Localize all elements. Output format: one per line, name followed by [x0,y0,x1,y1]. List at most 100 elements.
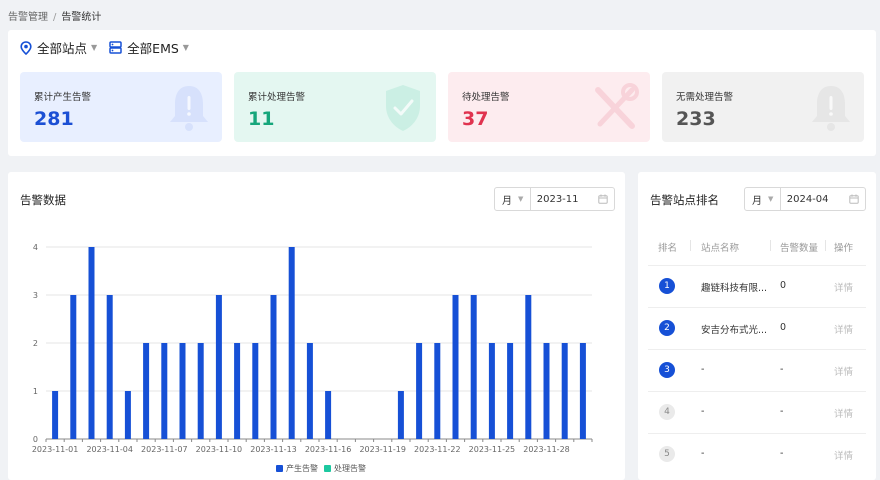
site-name: 安吉分布式光... [701,325,768,336]
table-row: 5 - - 详情 [648,433,866,475]
table-row: 3 - - 详情 [648,349,866,391]
x-tick-label: 2023-11-01 [32,445,79,454]
calendar-icon [849,194,859,204]
card-value: 281 [34,108,74,130]
legend-swatch [276,465,283,472]
bar [561,343,568,439]
site-filter-dropdown[interactable]: 全部站点 ▼ [20,38,97,57]
bar [197,343,204,439]
bar [579,343,586,439]
y-tick-label: 2 [33,339,38,348]
bar [306,343,313,439]
bell-icon [170,86,208,131]
y-tick-label: 4 [33,243,38,252]
bar [270,295,277,439]
table-row: 4 - - 详情 [648,391,866,433]
alarm-bar-chart: 0 1 2 3 4 2023-11-01 2023-11-04 2023-11-07 2023-… [32,243,593,454]
location-pin-icon [20,40,32,55]
rank-unit-label: 月 [752,195,762,207]
legend-label: 处理告警 [334,464,366,473]
x-tick-label: 2023-11-22 [414,445,461,454]
details-link[interactable]: 详情 [834,406,853,420]
site-name: 趣链科技有限... [701,283,768,294]
bar [288,247,295,439]
card-total-generated: 累计产生告警 281 [20,72,222,142]
legend-label: 产生告警 [286,464,318,473]
card-pending: 待处理告警 37 [448,72,650,142]
y-tick-label: 0 [33,435,38,444]
rank-badge: 1 [659,278,675,294]
x-tick-label: 2023-11-04 [86,445,133,454]
breadcrumb: 告警管理 / 告警统计 [8,8,101,23]
alarm-count: - [780,364,784,375]
site-filter-label: 全部站点 [37,41,88,56]
breadcrumb-current: 告警统计 [61,12,102,23]
bar [106,295,113,439]
card-value: 37 [462,108,489,130]
ems-filter-dropdown[interactable]: 全部EMS ▼ [109,38,189,57]
chart-legend: 产生告警 处理告警 [276,463,372,474]
bar [470,295,477,439]
bar [507,343,514,439]
alarm-count: 0 [780,280,787,291]
details-link[interactable]: 详情 [834,322,853,336]
bar [179,343,186,439]
card-no-action: 无需处理告警 233 [662,72,864,142]
card-label: 累计产生告警 [34,92,92,103]
breadcrumb-parent[interactable]: 告警管理 [8,12,48,23]
bar [252,343,259,439]
card-value: 11 [248,108,275,130]
x-tick-label: 2023-11-07 [141,445,188,454]
x-tick-label: 2023-11-19 [359,445,406,454]
bar [397,391,404,439]
legend-item-generated[interactable]: 产生告警 [276,463,318,474]
x-tick-label: 2023-11-13 [250,445,297,454]
breadcrumb-separator: / [53,12,57,23]
details-link[interactable]: 详情 [834,448,853,462]
ems-filter-label: 全部EMS [127,41,179,56]
column-divider [770,240,771,251]
column-header-count: 告警数量 [780,243,819,254]
table-row: 2 安吉分布式光... 0 详情 [648,307,866,349]
rank-badge: 2 [659,320,675,336]
y-tick-label: 3 [33,291,38,300]
details-link[interactable]: 详情 [834,280,853,294]
chevron-down-icon: ▼ [768,195,774,203]
x-tick-label: 2023-11-16 [305,445,352,454]
bar [525,295,532,439]
x-tick-label: 2023-11-25 [469,445,516,454]
site-name: - [701,406,705,417]
column-header-action: 操作 [834,243,854,254]
table-row: 1 趣链科技有限... 0 详情 [648,265,866,307]
rank-month-input[interactable]: 2024-04 [781,188,865,210]
rank-unit-select[interactable]: 月 ▼ [745,188,781,210]
bar [434,343,441,439]
server-icon [109,41,122,54]
x-tick-label: 2023-11-28 [523,445,570,454]
filter-bar: 全部站点 ▼ 全部EMS ▼ [20,38,201,57]
legend-item-processed[interactable]: 处理告警 [324,463,366,474]
alarm-data-panel: 告警数据 月 ▼ 2023-11 0 1 2 3 4 2023-11-01 2023-11-… [8,172,625,480]
alarm-count: - [780,406,784,417]
bar [325,391,332,439]
card-total-processed: 累计处理告警 11 [234,72,436,142]
bar [52,391,59,439]
rank-badge: 5 [659,446,675,462]
site-name: - [701,364,705,375]
stat-cards: 累计产生告警 281 累计处理告警 11 待处理告警 37 无需处理告警 233 [20,72,876,142]
alarm-count: 0 [780,322,787,333]
chevron-down-icon: ▼ [91,43,98,52]
card-label: 累计处理告警 [248,92,306,103]
bar [234,343,241,439]
rank-badge: 3 [659,362,675,378]
details-link[interactable]: 详情 [834,364,853,378]
tools-icon [595,83,639,129]
rank-month-value: 2024-04 [786,193,829,205]
bell-muted-icon [812,86,850,131]
column-divider [690,240,691,251]
bar [143,343,150,439]
card-label: 待处理告警 [462,92,510,103]
chevron-down-icon: ▼ [182,43,189,52]
alarm-count: - [780,448,784,459]
bar [416,343,423,439]
